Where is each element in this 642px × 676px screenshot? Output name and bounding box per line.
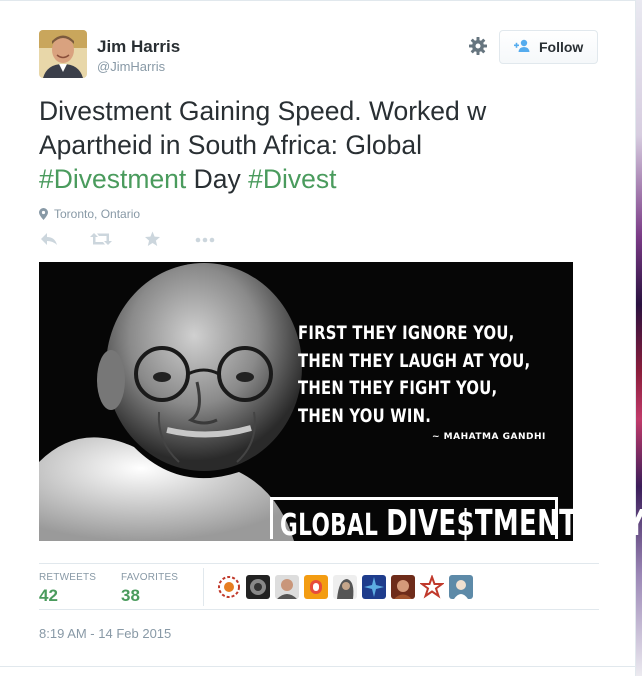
user-handle[interactable]: @JimHarris (97, 59, 165, 74)
tweet-word-day: Day (186, 164, 249, 194)
banner-word: DIVE$TMENT DAY (386, 503, 642, 544)
map-pin-icon (39, 208, 48, 220)
hashtag-divestment[interactable]: #Divestment (39, 164, 186, 194)
avatar[interactable] (39, 30, 87, 78)
favorites-count[interactable]: 38 (121, 586, 140, 606)
quote-attribution: ~ MAHATMA GANDHI (432, 432, 546, 442)
stats-divider-bottom (39, 609, 599, 610)
top-border (0, 0, 636, 1)
tweet-line-1: Divestment Gaining Speed. Worked w (39, 96, 487, 126)
background-strip (636, 0, 642, 676)
quote-line: FIRST THEY IGNORE YOU, (298, 322, 515, 344)
favoriter-avatar[interactable] (304, 575, 328, 599)
follow-button[interactable]: Follow (499, 30, 598, 64)
star-icon[interactable] (144, 231, 161, 252)
favoriter-avatar[interactable] (420, 575, 444, 599)
favoriters-list (217, 575, 473, 599)
more-icon[interactable] (195, 233, 215, 251)
stats-divider-top (39, 563, 599, 564)
tweet-text: Divestment Gaining Speed. Worked w Apart… (39, 94, 599, 196)
reply-icon[interactable] (40, 231, 58, 252)
retweets-label[interactable]: RETWEETS (39, 572, 96, 583)
tweet-line-3: #Divestment Day #Divest (39, 162, 599, 196)
tweet-line-2: Apartheid in South Africa: Global (39, 130, 423, 160)
favoriter-avatar[interactable] (391, 575, 415, 599)
retweet-icon[interactable] (90, 231, 112, 252)
quote-line: THEN THEY LAUGH AT YOU, (298, 349, 531, 372)
media-quote: FIRST THEY IGNORE YOU, THEN THEY LAUGH A… (298, 320, 530, 430)
favoriter-avatar[interactable] (362, 575, 386, 599)
bottom-border (0, 666, 636, 667)
favoriter-avatar[interactable] (246, 575, 270, 599)
favoriter-avatar[interactable] (449, 575, 473, 599)
quote-line: THEN YOU WIN. (298, 404, 432, 427)
banner-title: GLOBAL DIVE$TMENT DAY (280, 503, 642, 544)
favoriter-avatar[interactable] (275, 575, 299, 599)
favoriter-avatar[interactable] (333, 575, 357, 599)
add-user-icon (514, 39, 532, 56)
tweet-timestamp[interactable]: 8:19 AM - 14 Feb 2015 (39, 626, 171, 641)
hashtag-divest[interactable]: #Divest (248, 164, 336, 194)
user-name[interactable]: Jim Harris (97, 37, 180, 57)
retweets-count[interactable]: 42 (39, 586, 58, 606)
tweet-location[interactable]: Toronto, Ontario (39, 207, 140, 221)
location-label: Toronto, Ontario (54, 207, 141, 221)
gear-icon[interactable] (468, 36, 488, 56)
stats-divider (203, 568, 204, 606)
favoriter-avatar[interactable] (217, 575, 241, 599)
follow-label: Follow (539, 39, 584, 55)
favorites-label[interactable]: FAVORITES (121, 572, 178, 583)
avatar-image (39, 30, 87, 78)
quote-line: THEN THEY FIGHT YOU, (298, 377, 498, 399)
banner-prefix: GLOBAL (280, 508, 387, 543)
